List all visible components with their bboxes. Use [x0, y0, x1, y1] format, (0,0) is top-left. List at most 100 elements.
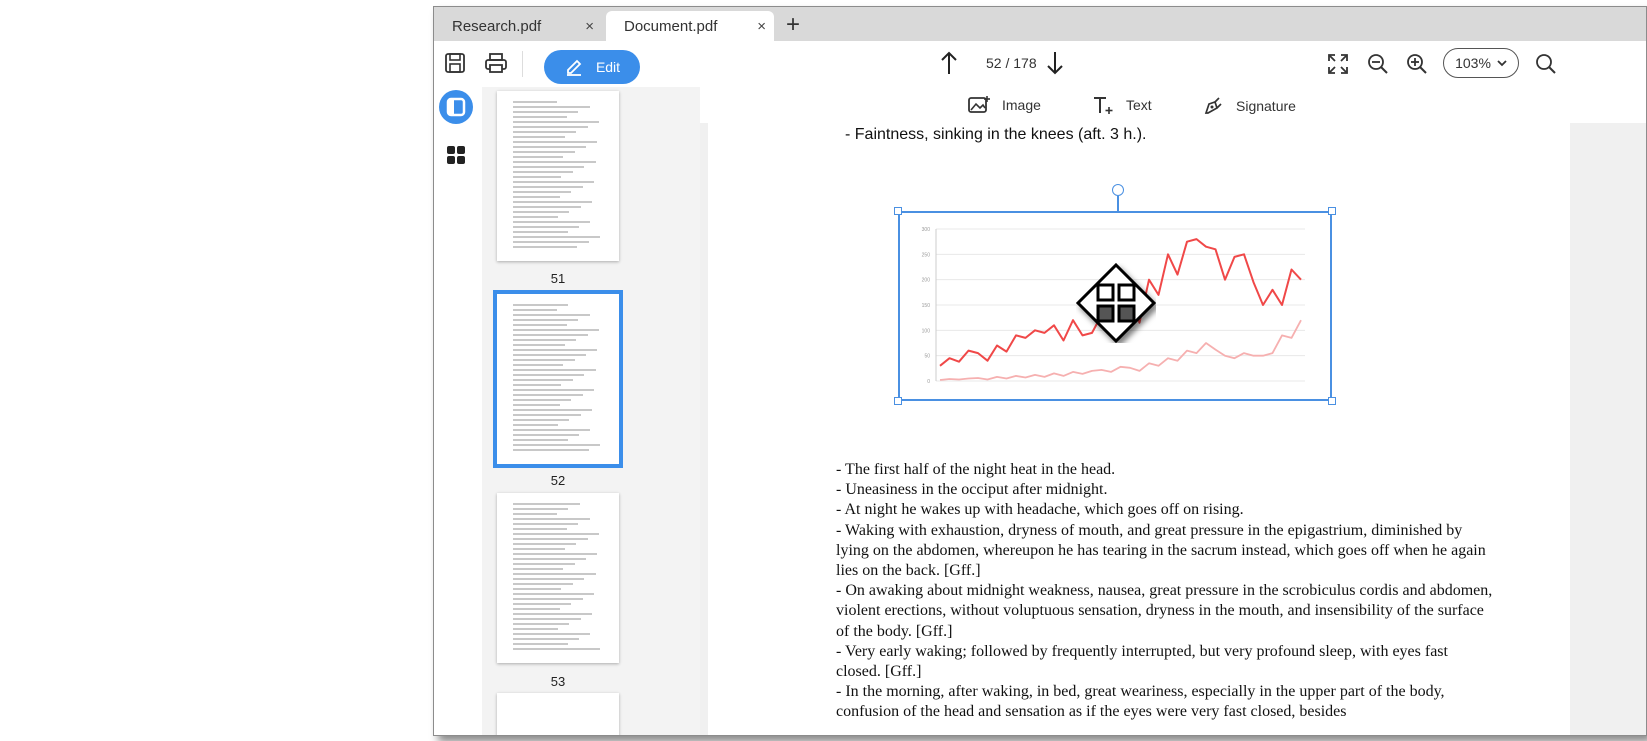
resize-handle-bottom-left[interactable] [894, 397, 902, 405]
thumbnail-text-line [513, 246, 578, 248]
thumbnail-text-line [513, 419, 570, 421]
page-thumbnail-52[interactable] [493, 290, 623, 468]
resize-handle-top-right[interactable] [1328, 207, 1336, 215]
thumbnail-text-line [513, 588, 562, 590]
grid-view-icon[interactable] [446, 145, 466, 170]
thumbnail-text-line [513, 364, 564, 366]
pdf-editor-window: Research.pdf × Document.pdf × + Edit 52 … [433, 6, 1647, 736]
thumbnail-text-line [513, 329, 600, 331]
thumbnails-panel-icon[interactable] [438, 89, 474, 130]
thumbnail-text-line [513, 126, 588, 128]
document-paragraph: - Very early waking; followed by frequen… [836, 642, 1448, 681]
tab-document[interactable]: Document.pdf × [606, 11, 774, 41]
document-viewport: - Faintness, sinking in the knees (aft. … [700, 123, 1646, 735]
thumbnail-text-line [513, 111, 579, 113]
left-rail [434, 87, 483, 735]
thumbnail-text-line [513, 439, 568, 441]
new-tab-button[interactable]: + [786, 11, 800, 39]
thumbnail-text-line [513, 349, 598, 351]
thumbnail-text-line [513, 319, 579, 321]
insert-signature-label: Signature [1236, 98, 1296, 114]
thumbnail-text-line [513, 191, 572, 193]
tab-label: Document.pdf [624, 17, 718, 35]
insert-signature-button[interactable]: Signature [1202, 95, 1296, 117]
previous-page-arrow-icon[interactable] [939, 50, 959, 76]
thumbnail-text-line [513, 101, 557, 103]
zoom-in-icon[interactable] [1406, 53, 1428, 75]
thumbnail-text-line [513, 598, 583, 600]
thumbnail-text-line [513, 359, 575, 361]
fit-screen-icon[interactable] [1327, 53, 1349, 75]
thumbnail-text-line [513, 339, 577, 341]
thumbnail-text-line [513, 176, 562, 178]
thumbnail-text-line [513, 503, 580, 505]
page-indicator[interactable]: 52 / 178 [986, 55, 1037, 71]
insert-toolbar: Image Text Signature [700, 87, 1646, 124]
tab-research[interactable]: Research.pdf × [434, 11, 602, 41]
chart-y-tick-label: 100 [922, 328, 931, 334]
thumbnail-text-line [513, 399, 572, 401]
insert-image-button[interactable]: Image [968, 95, 1041, 115]
move-cursor-icon [1076, 263, 1156, 343]
zoom-out-icon[interactable] [1367, 53, 1389, 75]
resize-handle-bottom-right[interactable] [1328, 397, 1336, 405]
chart-y-tick-label: 300 [922, 227, 931, 233]
insert-text-button[interactable]: Text [1092, 95, 1152, 115]
print-icon[interactable] [484, 52, 508, 74]
thumbnail-text-line [513, 424, 558, 426]
page-thumbnail-51[interactable] [497, 91, 619, 261]
thumbnail-text-line [513, 116, 567, 118]
document-page: - Faintness, sinking in the knees (aft. … [708, 123, 1570, 735]
document-text-line: - Faintness, sinking in the knees (aft. … [845, 126, 1147, 143]
thumbnail-text-line [513, 196, 560, 198]
thumbnail-text-line [513, 151, 575, 153]
thumbnail-text-line [513, 166, 585, 168]
thumbnail-text-line [513, 648, 601, 650]
page-thumbnail-label: 52 [550, 473, 566, 488]
page-thumbnail-53[interactable] [497, 493, 619, 663]
save-icon[interactable] [444, 52, 466, 74]
thumbnail-text-line [513, 568, 564, 570]
close-tab-icon[interactable]: × [757, 18, 766, 35]
thumbnail-text-line [513, 409, 593, 411]
resize-handle-top-left[interactable] [894, 207, 902, 215]
thumbnail-text-line [513, 404, 560, 406]
thumbnail-text-line [513, 216, 558, 218]
next-page-arrow-icon[interactable] [1045, 50, 1065, 76]
thumbnail-text-line [513, 548, 565, 550]
thumbnail-text-line [513, 563, 575, 565]
thumbnail-text-line [513, 226, 579, 228]
thumbnail-text-line [513, 558, 587, 560]
close-tab-icon[interactable]: × [585, 18, 594, 35]
chevron-down-icon [1497, 60, 1507, 67]
thumbnail-text-line [513, 231, 568, 233]
zoom-select[interactable]: 103% [1443, 48, 1519, 78]
thumbnail-text-line [513, 533, 600, 535]
thumbnail-text-line [513, 518, 590, 520]
search-icon[interactable] [1535, 53, 1557, 75]
image-icon [968, 96, 990, 113]
thumbnail-text-line [513, 543, 577, 545]
document-body: - The first half of the night heat in th… [836, 460, 1496, 723]
thumbnail-panel: 51 52 53 [482, 87, 732, 735]
thumbnail-text-line [513, 309, 557, 311]
thumbnail-text-line [513, 369, 596, 371]
thumbnail-text-line [513, 389, 594, 391]
thumbnail-text-line [513, 394, 583, 396]
page-thumbnail-54[interactable] [497, 693, 619, 735]
thumbnail-text-line [513, 603, 572, 605]
rotate-handle[interactable] [1112, 184, 1124, 196]
edit-button[interactable]: Edit [544, 50, 640, 84]
thumbnail-text-line [513, 593, 594, 595]
document-paragraph: - The first half of the night heat in th… [836, 461, 1116, 478]
thumbnail-text-line [513, 538, 588, 540]
thumbnail-text [513, 304, 601, 454]
thumbnail-text-line [513, 171, 573, 173]
thumbnail-text-line [513, 236, 601, 238]
pen-nib-icon [1204, 97, 1222, 114]
thumbnail-text-line [513, 211, 570, 213]
chart-y-tick-label: 0 [927, 379, 930, 385]
zoom-value: 103% [1455, 55, 1491, 71]
thumbnail-text-line [513, 523, 579, 525]
insert-image-label: Image [1002, 97, 1041, 113]
